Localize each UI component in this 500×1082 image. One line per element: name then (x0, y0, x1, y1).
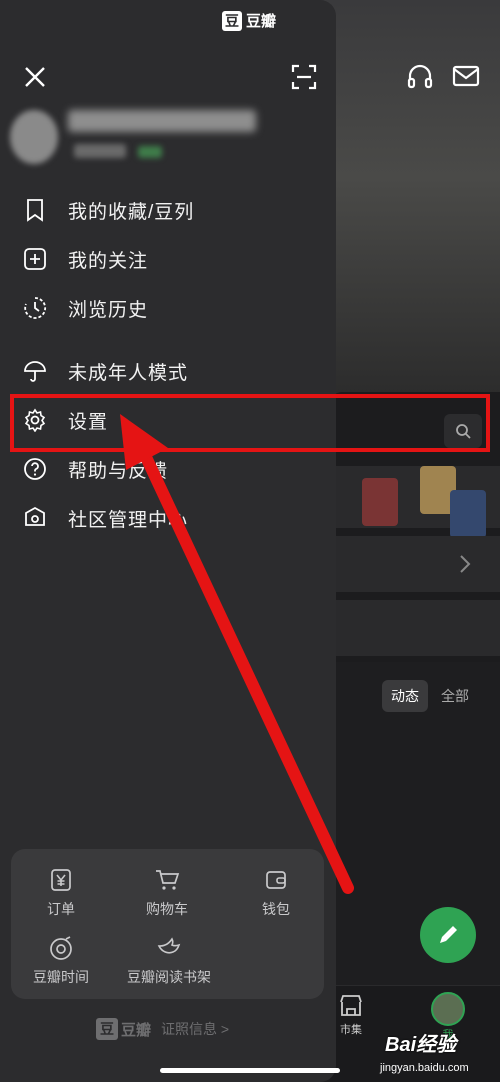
annotation-arrow (120, 414, 354, 894)
watermark-url: jingyan.baidu.com (380, 1062, 469, 1074)
watermark: Bai经验 (385, 1034, 457, 1056)
